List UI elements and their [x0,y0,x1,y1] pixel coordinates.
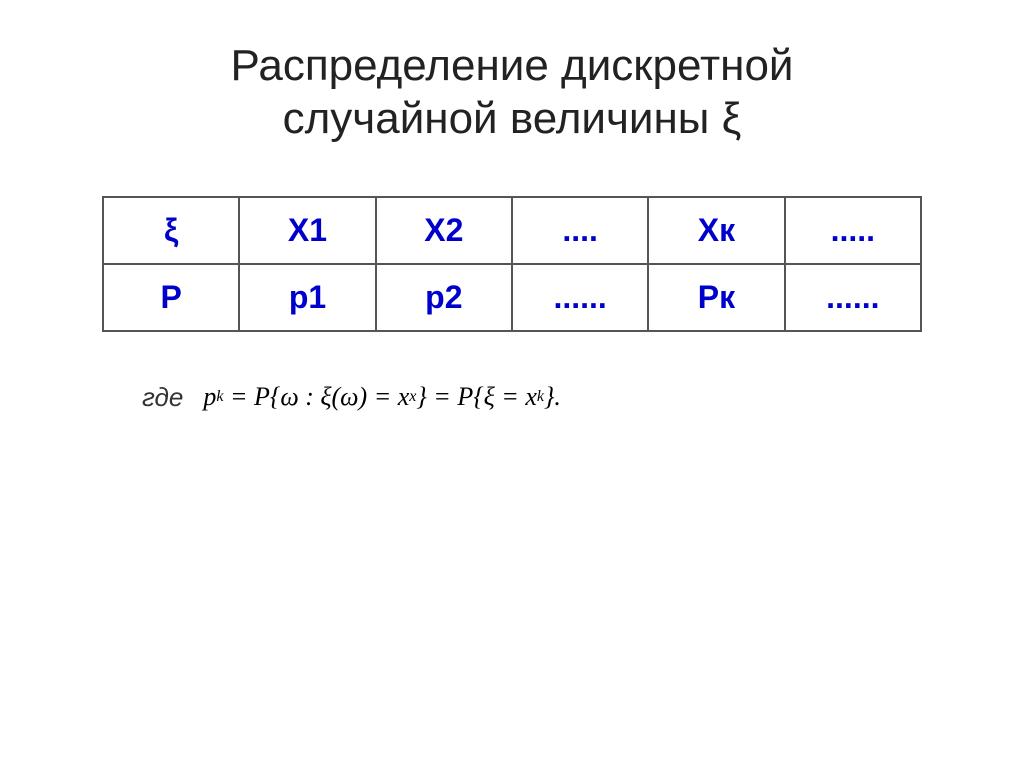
cell-r1c2: X1 [239,197,375,264]
title-line1: Распределение дискретной [230,40,793,93]
cell-r2c4: ...... [512,264,648,331]
formula-section: где pk = P{ω : ξ(ω) = xx} = P{ξ = xk}. [102,382,922,413]
cell-r1c1: ξ [103,197,239,264]
title-line2: случайной величины ξ [230,93,793,146]
cell-r1c3: X2 [376,197,512,264]
formula-expression: pk = P{ω : ξ(ω) = xx} = P{ξ = xk}. [203,382,561,412]
cell-r2c5: Рк [648,264,784,331]
slide-title: Распределение дискретной случайной велич… [230,40,793,146]
distribution-table: ξ X1 X2 .... Хк ..... Р р1 р2 ...... Рк … [102,196,922,332]
where-label: где [142,382,183,413]
cell-r2c2: р1 [239,264,375,331]
cell-r1c4: .... [512,197,648,264]
cell-r1c6: ..... [785,197,921,264]
table-row-2: Р р1 р2 ...... Рк ...... [103,264,921,331]
cell-r2c6: ...... [785,264,921,331]
cell-r2c1: Р [103,264,239,331]
distribution-table-wrapper: ξ X1 X2 .... Хк ..... Р р1 р2 ...... Рк … [102,196,922,332]
cell-r1c5: Хк [648,197,784,264]
table-row-1: ξ X1 X2 .... Хк ..... [103,197,921,264]
cell-r2c3: р2 [376,264,512,331]
